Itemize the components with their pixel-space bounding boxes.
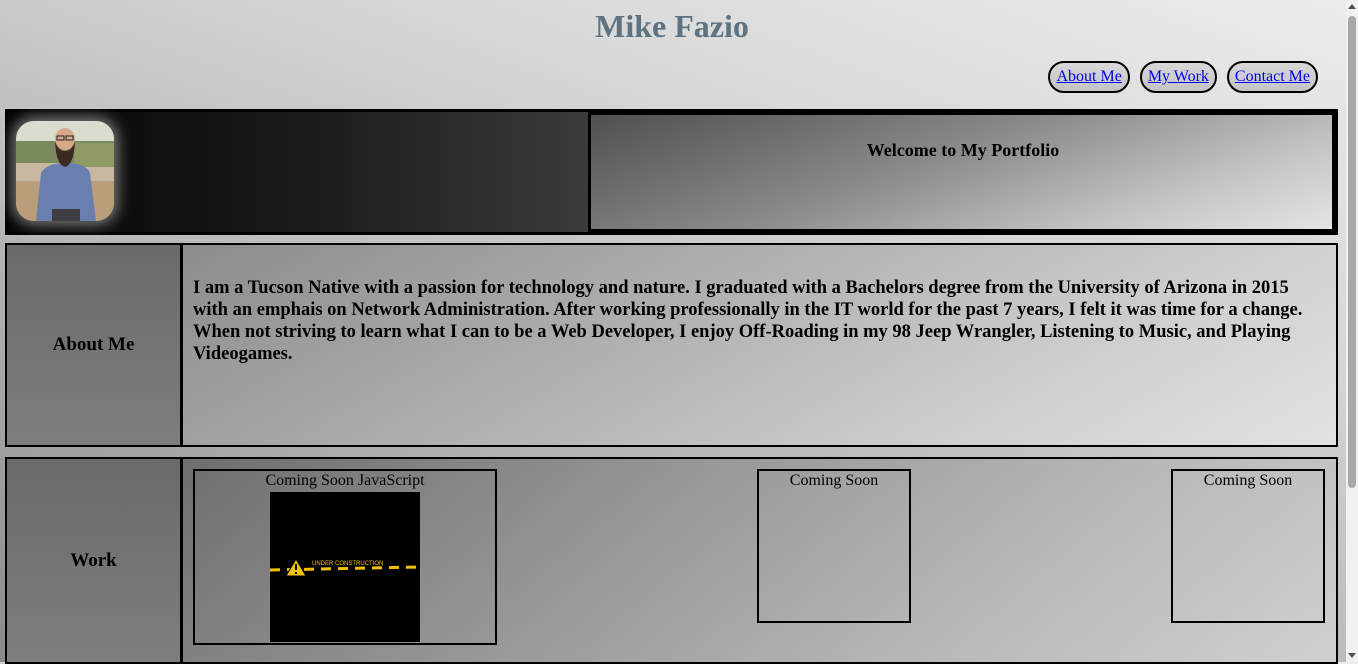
welcome-panel: Welcome to My Portfolio	[588, 112, 1335, 232]
page: Mike Fazio About Me My Work Contact Me W…	[0, 0, 1346, 664]
work-card[interactable]: Coming Soon	[1171, 469, 1325, 623]
hero-photo-panel	[8, 112, 588, 232]
about-text: I am a Tucson Native with a passion for …	[183, 245, 1336, 445]
scroll-up-arrow-icon[interactable]	[1348, 4, 1356, 9]
work-card[interactable]: Coming Soon JavaScript UNDER CONSTRUCTIO…	[193, 469, 497, 645]
work-section: Work Coming Soon JavaScript UNDER CONSTR…	[5, 457, 1338, 664]
work-card-title: Coming Soon	[789, 472, 879, 489]
about-section: About Me I am a Tucson Native with a pas…	[5, 243, 1338, 447]
avatar	[16, 121, 114, 221]
scroll-thumb[interactable]	[1348, 16, 1356, 488]
vertical-scrollbar[interactable]	[1346, 0, 1358, 662]
work-label: Work	[7, 459, 183, 662]
about-label: About Me	[7, 245, 183, 445]
construction-text: UNDER CONSTRUCTION	[312, 561, 383, 567]
hero-banner: Welcome to My Portfolio	[5, 109, 1338, 235]
under-construction-image[interactable]: UNDER CONSTRUCTION	[270, 492, 420, 642]
scroll-down-arrow-icon[interactable]	[1348, 653, 1356, 658]
nav-link-contact-me[interactable]: Contact Me	[1226, 61, 1318, 93]
welcome-heading: Welcome to My Portfolio	[866, 140, 1060, 160]
nav-link-about-me[interactable]: About Me	[1048, 61, 1130, 93]
nav-link-my-work[interactable]: My Work	[1139, 61, 1217, 93]
work-cards: Coming Soon JavaScript UNDER CONSTRUCTIO…	[183, 459, 1336, 662]
main-nav: About Me My Work Contact Me	[1048, 61, 1318, 93]
work-card-title: Coming Soon JavaScript	[265, 472, 425, 489]
work-card-title: Coming Soon	[1203, 472, 1293, 489]
work-card[interactable]: Coming Soon	[757, 469, 911, 623]
site-title: Mike Fazio	[595, 8, 749, 44]
profile-photo	[16, 121, 114, 221]
